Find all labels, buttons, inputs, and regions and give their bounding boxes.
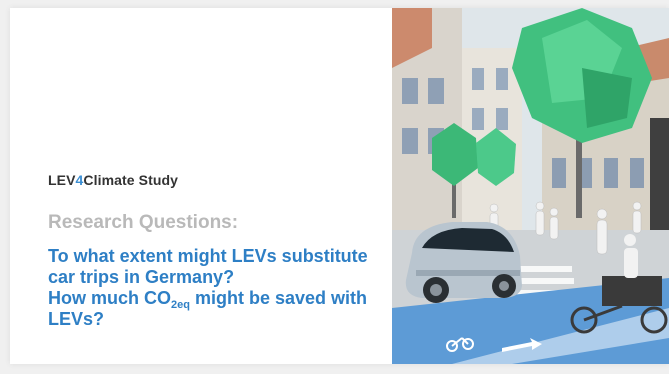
question2-subscript: 2eq (171, 299, 190, 311)
street-illustration (392, 8, 669, 364)
research-questions-heading: Research Questions: (48, 212, 239, 233)
text-panel: LEV4Climate Study Research Questions: To… (10, 8, 392, 364)
research-question-1: To what extent might LEVs substitute car… (48, 246, 368, 287)
study-title-prefix: LEV (48, 172, 76, 188)
slide: LEV4Climate Study Research Questions: To… (10, 8, 669, 364)
question2-prefix: How much CO (48, 288, 172, 308)
research-question-2: How much CO2eq might be saved with LEVs? (48, 288, 388, 330)
study-title-suffix: Climate Study (83, 172, 179, 188)
study-title: LEV4Climate Study (48, 172, 178, 188)
car-icon (405, 222, 522, 303)
